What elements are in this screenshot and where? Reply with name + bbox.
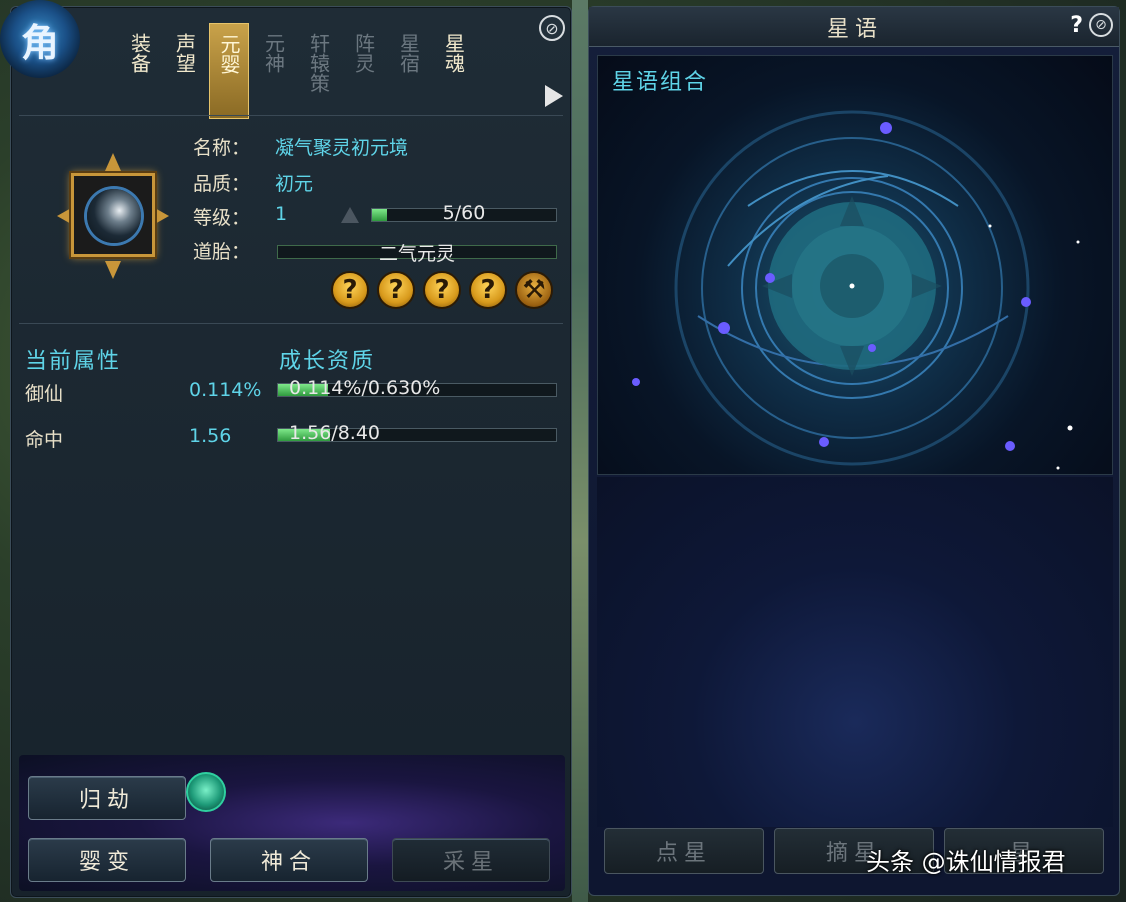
tab-label: 元婴 (217, 34, 241, 74)
close-icon[interactable]: ⊘ (539, 15, 565, 41)
current-attrs-title: 当前属性 (25, 349, 122, 374)
yuanying-item-icon[interactable] (57, 147, 169, 287)
tab-label: 星魂 (441, 33, 466, 73)
attr-value: 1.56 (189, 425, 232, 447)
tab-label: 装备 (127, 33, 152, 73)
guijie-button[interactable]: 归劫 (28, 776, 186, 820)
attr-value: 0.114% (189, 379, 262, 401)
character-emblem-icon: 角 (0, 0, 80, 78)
star-chart[interactable]: 星语组合 (597, 55, 1113, 475)
dao-slot-2[interactable]: ? (377, 271, 415, 309)
frame-ornament (105, 153, 121, 171)
tab-zhenling[interactable]: 阵灵 (341, 23, 386, 119)
help-icon[interactable]: ? (1070, 13, 1083, 38)
tab-label: 声望 (172, 33, 197, 73)
tab-equipment[interactable]: 装备 (117, 23, 162, 119)
gem-icon[interactable] (186, 772, 226, 812)
name-label: 名称： (193, 137, 251, 159)
dianxing-button[interactable]: 点星 (604, 828, 764, 874)
tab-label: 星宿 (396, 33, 421, 73)
dao-label: 道胎： (193, 241, 251, 263)
growth-text: 0.114%/0.630% (289, 377, 441, 399)
shenhe-button[interactable]: 神合 (210, 838, 368, 882)
panel-title: 星语 (826, 17, 883, 42)
frame-ornament (153, 207, 169, 225)
tab-label: 元神 (261, 33, 286, 73)
dao-slot-special-icon[interactable]: ⚒ (515, 271, 553, 309)
tab-label: 阵灵 (351, 33, 376, 73)
orb-icon (87, 189, 141, 243)
star-chart-graphic (632, 110, 1080, 470)
tab-xingxiu[interactable]: 星宿 (386, 23, 431, 119)
quality-value: 初元 (275, 173, 314, 195)
arrow-right-icon[interactable] (545, 85, 563, 107)
quality-label: 品质： (193, 173, 251, 195)
watermark: 头条 @诛仙情报君 (866, 848, 1066, 876)
tab-xinghun[interactable]: 星魂 (431, 23, 476, 119)
character-panel: 装备 声望 元婴 元神 轩辕策 阵灵 星宿 星魂 ⊘ 名称： 凝气聚灵初元境 品… (10, 6, 572, 898)
attr-name: 御仙 (25, 383, 64, 405)
level-value: 1 (275, 203, 288, 225)
caixing-button[interactable]: 采星 (392, 838, 550, 882)
tab-yuanshen[interactable]: 元神 (251, 23, 296, 119)
star-combo-title: 星语组合 (612, 70, 709, 95)
tab-xuanyuance[interactable]: 轩辕策 (296, 23, 341, 119)
attr-name: 命中 (25, 429, 64, 451)
level-up-icon[interactable] (341, 207, 359, 223)
tab-label: 轩辕策 (306, 33, 331, 93)
yingbian-button[interactable]: 婴变 (28, 838, 186, 882)
tab-reputation[interactable]: 声望 (162, 23, 207, 119)
divider (19, 323, 563, 324)
dao-slot-4[interactable]: ? (469, 271, 507, 309)
xingyu-panel: 星语 ? ⊘ 星语组合 (588, 6, 1120, 896)
background-strip (572, 0, 588, 902)
exp-text: 5/60 (442, 202, 486, 224)
divider (19, 115, 563, 116)
growth-title: 成长资质 (279, 349, 376, 374)
star-combo-list (597, 477, 1113, 827)
close-icon[interactable]: ⊘ (1089, 13, 1113, 37)
growth-text: 1.56/8.40 (289, 422, 381, 444)
tab-yuanying[interactable]: 元婴 (209, 23, 249, 119)
level-label: 等级： (193, 207, 251, 229)
dao-slot-1[interactable]: ? (331, 271, 369, 309)
name-value: 凝气聚灵初元境 (275, 137, 409, 159)
dao-text: 二气元灵 (378, 243, 455, 265)
dao-slot-3[interactable]: ? (423, 271, 461, 309)
panel-tabs: 装备 声望 元婴 元神 轩辕策 阵灵 星宿 星魂 (117, 23, 476, 119)
frame-ornament (105, 261, 121, 279)
